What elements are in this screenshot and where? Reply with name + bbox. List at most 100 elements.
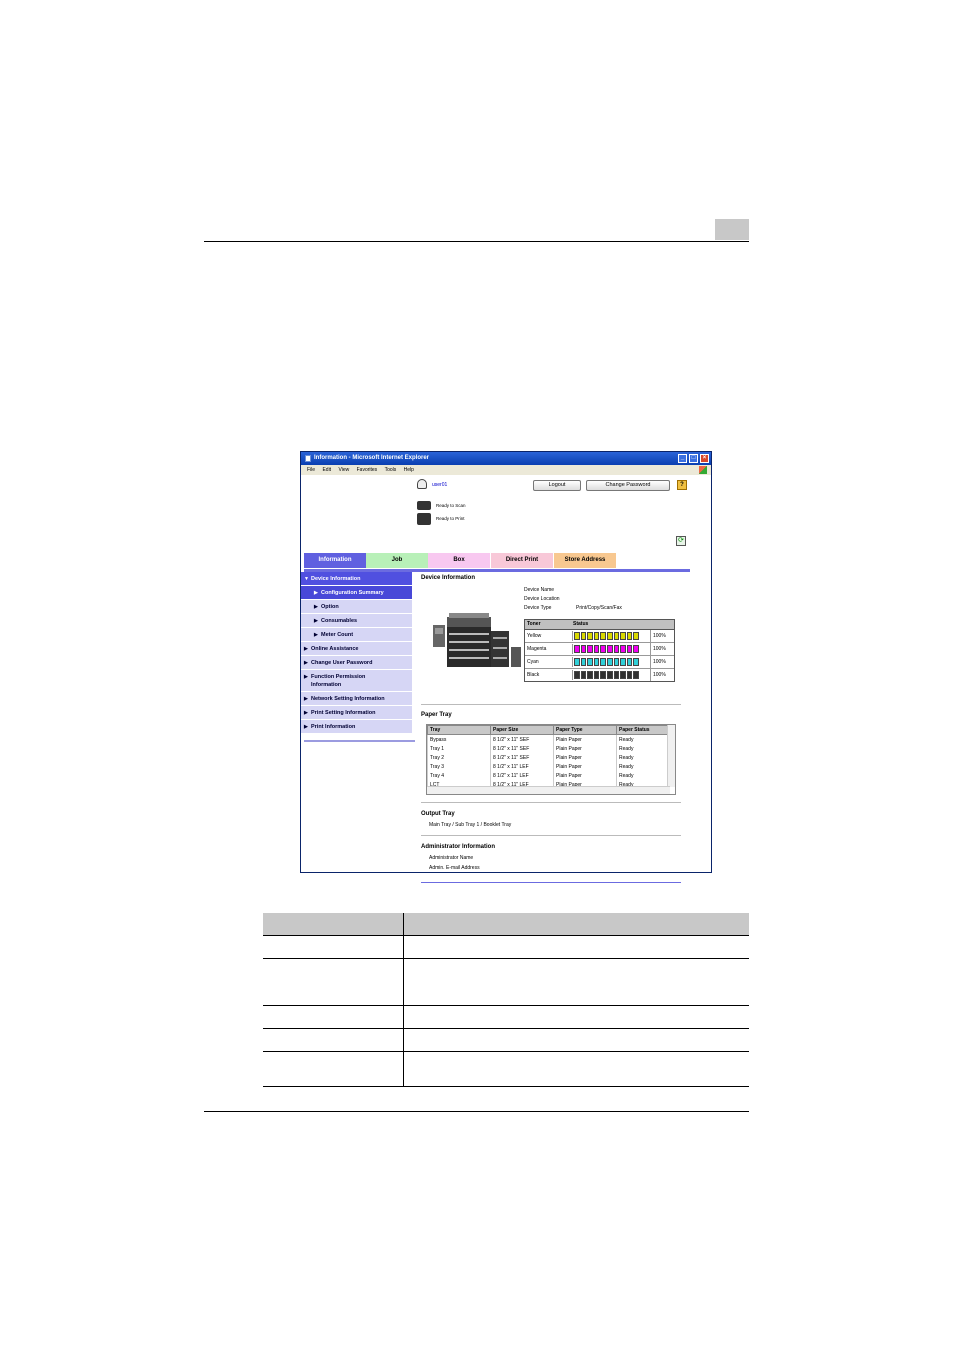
tray-cell: Tray 1	[427, 744, 491, 753]
sidebar-item-label: Print Information	[311, 724, 356, 730]
arrow-icon: ▶	[314, 632, 318, 638]
tab-direct-print[interactable]: Direct Print	[491, 553, 553, 568]
toner-segment	[606, 671, 613, 679]
sidebar-item-network-setting[interactable]: ▶ Network Setting Information	[301, 692, 412, 706]
menu-tools[interactable]: Tools	[385, 467, 397, 473]
scan-status: Ready to Scan	[436, 503, 466, 508]
toner-segment	[600, 671, 606, 679]
toner-name: Cyan	[527, 659, 539, 665]
menu-edit[interactable]: Edit	[322, 467, 331, 473]
sidebar-item-print-setting[interactable]: ▶ Print Setting Information	[301, 706, 412, 720]
arrow-icon: ▶	[304, 646, 308, 652]
toner-segment	[574, 645, 580, 653]
tab-information[interactable]: Information	[304, 553, 366, 568]
sidebar-item-meter-count[interactable]: ▶ Meter Count	[301, 628, 412, 642]
toner-segment	[580, 671, 587, 679]
maximize-button[interactable]: □	[689, 454, 698, 463]
paper-type-cell: Plain Paper	[553, 753, 617, 762]
change-password-button[interactable]: Change Password	[586, 480, 670, 491]
paper-size-cell: 8 1/2" x 11" LEF	[490, 771, 554, 780]
menu-help[interactable]: Help	[404, 467, 414, 473]
sidebar-item-device-information[interactable]: ▼ Device Information	[301, 572, 412, 586]
menu-view[interactable]: View	[338, 467, 349, 473]
toner-segment	[613, 671, 620, 679]
toner-percent: 100%	[650, 669, 666, 681]
toner-segment	[600, 645, 606, 653]
tab-store-address[interactable]: Store Address	[554, 553, 616, 568]
chapter-tab	[715, 219, 749, 240]
paper-status-cell: Ready	[616, 771, 669, 780]
sidebar-item-consumables[interactable]: ▶ Consumables	[301, 614, 412, 628]
sidebar-item-change-user-password[interactable]: ▶ Change User Password	[301, 656, 412, 670]
horizontal-scrollbar[interactable]	[427, 786, 670, 794]
sidebar-item-label: Change User Password	[311, 660, 373, 666]
toner-segment	[593, 658, 600, 666]
paper-size-col-header: Paper Size	[490, 725, 554, 735]
vertical-scrollbar[interactable]	[667, 725, 675, 787]
sidebar-item-label: Option	[321, 604, 339, 610]
arrow-icon: ▶	[314, 618, 318, 624]
close-button[interactable]: ×	[700, 454, 709, 463]
minimize-button[interactable]: _	[678, 454, 687, 463]
arrow-icon: ▶	[304, 660, 308, 666]
menu-file[interactable]: File	[307, 467, 315, 473]
paper-type-cell: Plain Paper	[553, 744, 617, 753]
tab-job[interactable]: Job	[366, 553, 428, 568]
toner-name: Black	[527, 672, 540, 678]
arrow-icon: ▶	[314, 590, 318, 596]
toner-percent: 100%	[650, 643, 666, 655]
table-row	[263, 936, 749, 959]
menu-favorites[interactable]: Favorites	[357, 467, 378, 473]
toner-segment	[626, 645, 633, 653]
arrow-icon: ▶	[304, 674, 308, 680]
sidebar-item-option[interactable]: ▶ Option	[301, 600, 412, 614]
paper-tray-header-row: Tray Paper Size Paper Type Paper Status	[427, 725, 669, 735]
tray-col-header: Tray	[427, 725, 491, 735]
browser-window: Information - Microsoft Internet Explore…	[300, 451, 712, 883]
page-content: user01 Logout Change Password ? Ready to…	[301, 475, 711, 883]
table-row	[263, 1006, 749, 1029]
table-row: Tray 3 8 1/2" x 11" LEF Plain Paper Read…	[427, 762, 669, 771]
table-row: Bypass 8 1/2" x 11" SEF Plain Paper Read…	[427, 734, 669, 744]
toner-segment	[593, 645, 600, 653]
sidebar-item-online-assistance[interactable]: ▶ Online Assistance	[301, 642, 412, 656]
ie-page-icon	[305, 455, 311, 462]
refresh-icon[interactable]: ⟳	[676, 536, 686, 546]
toner-segment	[574, 632, 580, 640]
device-type-value: Print/Copy/Scan/Fax	[576, 605, 622, 611]
toner-segment	[626, 632, 633, 640]
logout-button[interactable]: Logout	[533, 480, 581, 491]
section-divider	[421, 802, 681, 803]
toner-segment	[580, 658, 587, 666]
toner-segment	[613, 658, 620, 666]
sidebar-item-configuration-summary[interactable]: ▶ Configuration Summary	[301, 586, 412, 600]
sidebar-item-label: Print Setting Information	[311, 710, 376, 716]
printer-image	[433, 613, 521, 667]
toner-level-bar	[572, 657, 645, 667]
section-divider	[421, 704, 681, 705]
user-name[interactable]: user01	[432, 482, 447, 488]
toner-segment	[606, 658, 613, 666]
bottom-rule	[204, 1111, 749, 1112]
arrow-icon: ▶	[314, 604, 318, 610]
admin-info-heading: Administrator Information	[421, 844, 496, 850]
sidebar-item-function-permission[interactable]: ▶ Function Permission Information	[301, 670, 412, 692]
sidebar-item-label: Function Permission Information	[311, 674, 366, 688]
toner-name: Magenta	[527, 646, 547, 652]
tray-cell: Tray 4	[427, 771, 491, 780]
table-row: Tray 1 8 1/2" x 11" SEF Plain Paper Read…	[427, 744, 669, 753]
table-cell	[403, 1006, 749, 1028]
tab-box[interactable]: Box	[428, 553, 490, 568]
sidebar-item-print-information[interactable]: ▶ Print Information	[301, 720, 412, 734]
toner-segment	[574, 658, 580, 666]
sidebar-item-label: Online Assistance	[311, 646, 359, 652]
window-title: Information - Microsoft Internet Explore…	[314, 455, 430, 461]
toner-segment	[626, 658, 633, 666]
help-button[interactable]: ?	[677, 480, 687, 490]
sidebar-item-label: Consumables	[321, 618, 358, 624]
toner-segment	[633, 671, 639, 679]
toner-percent: 100%	[650, 656, 666, 668]
arrow-icon: ▶	[304, 696, 308, 702]
tray-cell: Tray 2	[427, 753, 491, 762]
paper-status-col-header: Paper Status	[616, 725, 669, 735]
